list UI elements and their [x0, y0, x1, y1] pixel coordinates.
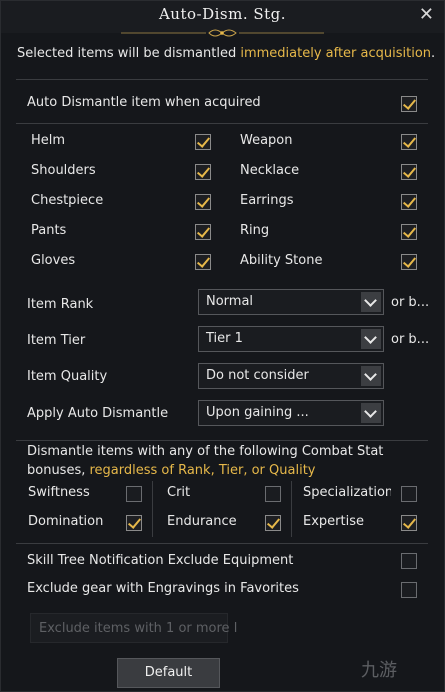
column-divider	[152, 481, 153, 537]
stat-label-crit: Crit	[167, 485, 191, 500]
slot-label-pants: Pants	[31, 223, 67, 238]
stat-checkbox-swiftness[interactable]	[126, 486, 142, 502]
item-quality-value: Do not consider	[206, 368, 309, 383]
slot-label-necklace: Necklace	[240, 163, 300, 178]
divider	[16, 123, 428, 124]
slot-checkbox-gloves[interactable]	[195, 254, 211, 270]
chevron-down-icon[interactable]	[361, 292, 381, 312]
item-quality-dropdown[interactable]: Do not consider	[198, 363, 384, 389]
subtitle-text: Selected items will be dismantled	[17, 46, 241, 61]
stat-label-specialization: Specialization	[303, 485, 391, 500]
item-tier-dropdown[interactable]: Tier 1	[198, 326, 384, 352]
chevron-down-icon[interactable]	[361, 329, 381, 349]
combat-stat-highlight: regardless of Rank, Tier, or Quality	[89, 463, 316, 478]
option-label-skill-tree: Skill Tree Notification Exclude Equipmen…	[27, 553, 294, 568]
stat-label-endurance: Endurance	[167, 514, 237, 529]
subtitle-highlight: immediately after acquisition	[240, 46, 432, 61]
watermark-logo: 九游	[361, 660, 397, 681]
slot-checkbox-necklace[interactable]	[401, 164, 417, 180]
slot-label-chestpiece: Chestpiece	[31, 193, 104, 208]
slot-label-gloves: Gloves	[31, 253, 76, 268]
filter-label-apply-auto-dismantle: Apply Auto Dismantle	[27, 406, 169, 421]
divider	[16, 79, 428, 80]
divider	[16, 543, 428, 544]
slot-label-weapon: Weapon	[240, 133, 293, 148]
slot-label-earrings: Earrings	[240, 193, 294, 208]
subtitle-end: .	[431, 46, 436, 61]
slot-label-ability-stone: Ability Stone	[240, 253, 323, 268]
option-checkbox-skill-tree[interactable]	[401, 553, 417, 569]
slot-checkbox-chestpiece[interactable]	[195, 194, 211, 210]
slot-checkbox-pants[interactable]	[195, 224, 211, 240]
slot-checkbox-weapon[interactable]	[401, 134, 417, 150]
slot-checkbox-helm[interactable]	[195, 134, 211, 150]
slot-label-helm: Helm	[31, 133, 66, 148]
stat-label-swiftness: Swiftness	[28, 485, 90, 500]
slot-checkbox-ring[interactable]	[401, 224, 417, 240]
exclude-items-placeholder: Exclude items with 1 or more l	[39, 621, 238, 636]
apply-auto-dismantle-value: Upon gaining ...	[206, 405, 309, 420]
stat-checkbox-endurance[interactable]	[265, 515, 281, 531]
auto-dismantle-checkbox[interactable]	[401, 96, 417, 112]
slot-checkbox-ability-stone[interactable]	[401, 254, 417, 270]
title-ornament-icon	[121, 29, 324, 37]
slot-checkbox-shoulders[interactable]	[195, 164, 211, 180]
stat-checkbox-crit[interactable]	[265, 486, 281, 502]
auto-dismantle-settings-window: Auto-Dism. Stg. ✕ Selected items will be…	[0, 0, 445, 692]
divider	[16, 440, 428, 441]
column-divider	[291, 481, 292, 537]
chevron-down-icon[interactable]	[361, 366, 381, 386]
item-tier-suffix: or b...	[391, 332, 430, 347]
option-label-engravings: Exclude gear with Engravings in Favorite…	[27, 581, 299, 596]
exclude-items-input[interactable]: Exclude items with 1 or more l	[30, 613, 237, 643]
chevron-down-icon[interactable]	[361, 403, 381, 423]
apply-auto-dismantle-dropdown[interactable]: Upon gaining ...	[198, 400, 384, 426]
slot-label-shoulders: Shoulders	[31, 163, 96, 178]
slot-checkbox-earrings[interactable]	[401, 194, 417, 210]
close-icon[interactable]: ✕	[419, 4, 434, 25]
item-rank-suffix: or b...	[391, 295, 430, 310]
stat-label-expertise: Expertise	[303, 514, 364, 529]
subtitle: Selected items will be dismantled immedi…	[17, 46, 435, 61]
item-tier-value: Tier 1	[206, 331, 243, 346]
stat-checkbox-specialization[interactable]	[401, 486, 417, 502]
filter-label-item-rank: Item Rank	[27, 297, 94, 312]
combat-stat-text: bonuses,	[27, 463, 90, 478]
default-button[interactable]: Default	[117, 658, 220, 688]
combat-stat-description: Dismantle items with any of the followin…	[27, 444, 384, 459]
auto-dismantle-label: Auto Dismantle item when acquired	[27, 95, 261, 110]
window-title: Auto-Dism. Stg.	[158, 5, 287, 23]
option-checkbox-engravings[interactable]	[401, 582, 417, 598]
item-rank-dropdown[interactable]: Normal	[198, 289, 384, 315]
item-rank-value: Normal	[206, 294, 254, 309]
stat-checkbox-domination[interactable]	[126, 515, 142, 531]
combat-stat-description-line2: bonuses, regardless of Rank, Tier, or Qu…	[27, 463, 315, 478]
stat-label-domination: Domination	[28, 514, 104, 529]
filter-label-item-quality: Item Quality	[27, 369, 108, 384]
filter-label-item-tier: Item Tier	[27, 333, 86, 348]
slot-label-ring: Ring	[240, 223, 270, 238]
stat-checkbox-expertise[interactable]	[401, 515, 417, 531]
